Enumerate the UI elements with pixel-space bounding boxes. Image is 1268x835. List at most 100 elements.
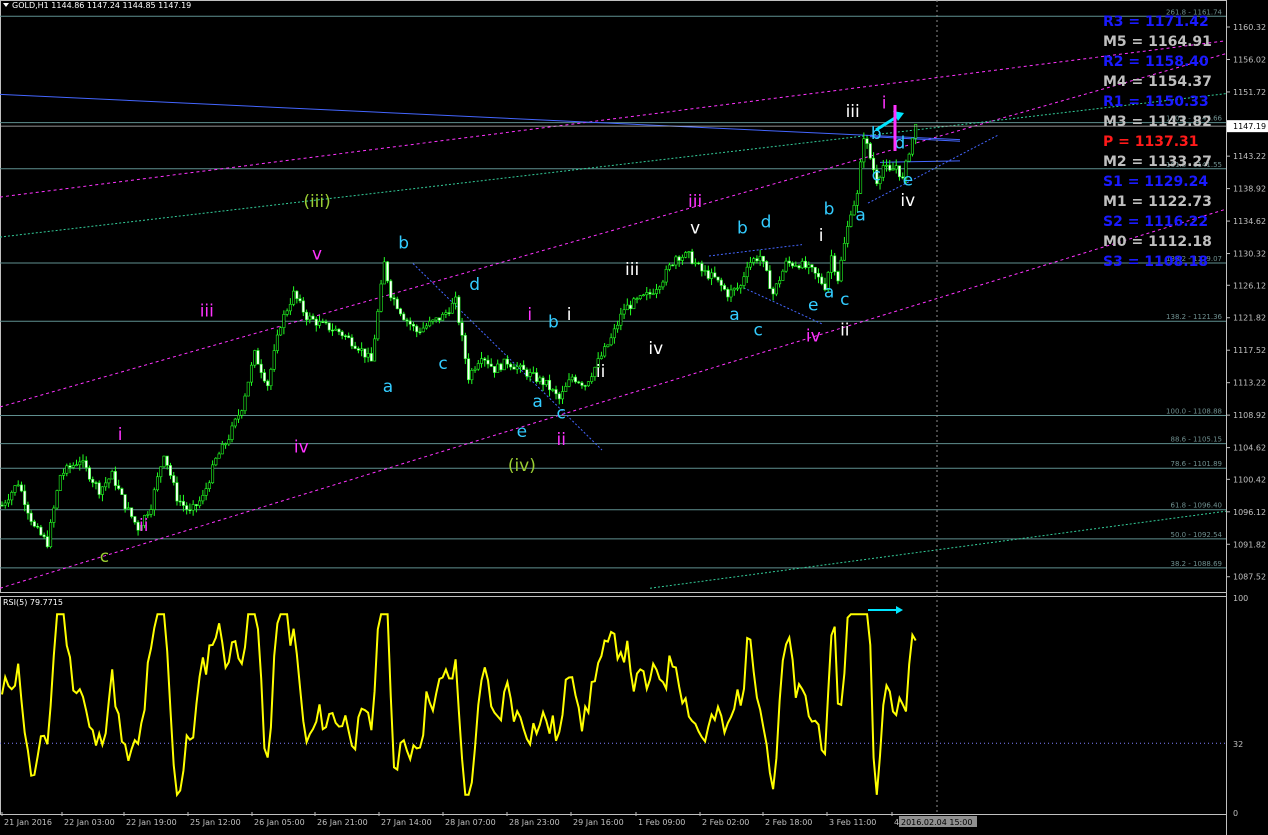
candle-body [65,465,69,474]
candle-body [411,323,415,327]
wave-label: b [548,313,559,333]
x-tick-label: 26 Jan 21:00 [317,818,368,827]
candle-body [447,312,451,314]
candle-body [81,460,85,463]
candle-body [395,298,399,310]
candle-body [10,492,14,501]
candle-body [710,272,714,279]
candle-body [334,328,338,331]
candle-body [62,472,66,476]
y-tick-label: 1091.82 [1233,540,1266,549]
candle-body [612,328,616,339]
candle-body [509,363,513,368]
candle-body [713,272,717,278]
candle-body [91,478,95,483]
rsi-panel-frame [0,596,1227,815]
candle-body [693,262,697,265]
wave-label: (iv) [508,456,536,476]
candle-body [476,363,480,370]
candle-body [71,465,75,468]
pivot-level-label: M2 = 1133.27 [1103,154,1212,170]
candle-body [389,280,393,299]
candle-body [269,369,273,387]
candle-body [910,137,914,155]
candle-body [816,272,820,278]
candle-body [774,283,778,295]
trend-line [0,93,1227,238]
wave-label: i [567,305,572,325]
wave-label: e [808,295,818,315]
candle-body [350,337,354,347]
candle-body [87,467,91,480]
x-tick-label: 2 Feb 02:00 [702,818,749,827]
candle-body [573,376,577,383]
candle-body [214,457,218,466]
candle-body [26,504,30,514]
candle-body [32,521,36,527]
candle-body [846,226,850,244]
candle-body [671,264,675,267]
wave-label: iv [294,437,309,457]
y-tick-label: 1104.62 [1233,444,1266,453]
wave-label: c [100,547,109,567]
trend-line [0,93,961,141]
candle-body [152,489,156,510]
x-tick-label: 26 Jan 05:00 [254,818,305,827]
candle-body [778,280,782,285]
candle-body [907,153,911,162]
candle-body [204,488,208,496]
candle-body [52,507,56,523]
candle-body [441,314,445,321]
candle-body [162,455,166,468]
candle-body [735,287,739,290]
wave-label: a [383,377,393,397]
candle-body [557,393,561,400]
candle-body [376,311,380,340]
candle-body [156,476,160,491]
y-tick-label: 1130.32 [1233,250,1266,259]
candle-body [227,439,231,445]
wave-label: iii [200,301,214,321]
candle-body [402,313,406,321]
candle-body [807,264,811,268]
candle-body [781,270,785,281]
candle-body [181,501,185,506]
candle-body [19,484,23,492]
candle-body [577,381,581,384]
wave-label: a [729,305,739,325]
candle-body [110,471,114,480]
pivot-level-label: M5 = 1164.91 [1103,34,1212,50]
candle-body [888,164,892,171]
candle-body [839,259,843,282]
candle-body [288,304,292,312]
candle-body [39,526,43,536]
candle-body [220,444,224,455]
candle-body [525,369,529,377]
candle-body [347,335,351,338]
candle-body [0,504,4,507]
x-tick-label: 3 Feb 11:00 [829,818,876,827]
x-tick-label: 4 [894,818,899,827]
wave-label: iv [806,326,821,346]
candle-body [16,484,20,487]
y-tick-label: 1100.42 [1233,475,1266,484]
x-tick-label: 28 Jan 07:00 [445,818,496,827]
chart-canvas[interactable]: 1160.321156.021151.721147.421143.221138.… [0,0,1268,835]
candle-body [518,364,522,368]
candle-body [726,289,730,298]
candle-body [386,261,390,282]
candle-body [820,276,824,285]
candle-body [599,355,603,359]
fib-level-label: 138.2 - 1121.36 [1166,313,1223,321]
pivot-level-label: M3 = 1143.82 [1103,114,1212,130]
symbol-dropdown-icon[interactable] [3,3,9,7]
candle-body [538,377,542,382]
candle-body [554,389,558,395]
candle-body [515,366,519,370]
candle-body [758,255,762,262]
candle-body [285,310,289,315]
candle-body [126,507,130,510]
rsi-tick-label: 100 [1233,594,1248,603]
wave-label: a [824,283,834,303]
x-tick-label: 22 Jan 03:00 [64,818,115,827]
